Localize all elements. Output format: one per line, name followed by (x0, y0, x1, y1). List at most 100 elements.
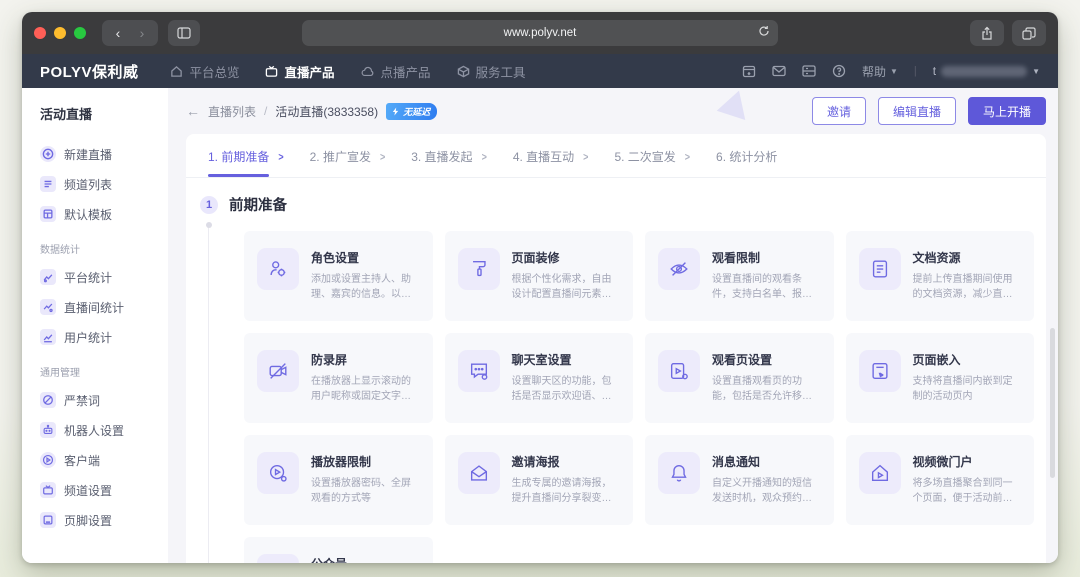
archive-icon[interactable] (742, 65, 756, 78)
card-title: 聊天室设置 (512, 351, 621, 368)
polyv-logo[interactable]: POLYV保利威 (40, 61, 138, 82)
sidebar-item-label: 平台统计 (64, 269, 112, 286)
workflow-panel: 1. 前期准备> 2. 推广宣发> 3. 直播发起> 4. 直播互动> 5. 二… (186, 134, 1046, 563)
tab-live-launch[interactable]: 3. 直播发起> (411, 134, 487, 177)
card-desc: 设置播放器密码、全屏观看的方式等 (311, 476, 420, 506)
tab-second-promotion[interactable]: 5. 二次宣发> (614, 134, 690, 177)
card-page-decoration[interactable]: 页面装修根据个性化需求，自由设计配置直播间元素。支持自... (445, 231, 634, 321)
sidebar-item-label: 频道设置 (64, 482, 112, 499)
account-menu[interactable]: t ▼ (933, 64, 1040, 78)
sidebar-item-new-live[interactable]: 新建直播 (40, 139, 158, 169)
player-restriction-icon (257, 452, 299, 494)
tab-live-interaction[interactable]: 4. 直播互动> (513, 134, 589, 177)
sidebar-group-general-management: 通用管理 (40, 364, 158, 379)
address-bar[interactable]: www.polyv.net (302, 20, 779, 46)
channel-list-icon (40, 176, 56, 192)
help-label: 帮助 (862, 63, 886, 80)
start-live-button[interactable]: 马上开播 (968, 97, 1046, 125)
close-window-button[interactable] (34, 27, 46, 39)
sidebar-item-default-template[interactable]: 默认模板 (40, 199, 158, 229)
card-player-restriction[interactable]: 播放器限制设置播放器密码、全屏观看的方式等 (244, 435, 433, 525)
sidebar-item-client[interactable]: 客户端 (40, 445, 158, 475)
invite-button[interactable]: 邀请 (812, 97, 866, 125)
breadcrumb-live-list[interactable]: 直播列表 (208, 103, 256, 120)
history-nav-group: ‹ › (102, 20, 158, 46)
mail-icon[interactable] (772, 65, 786, 77)
desktop-background: ‹ › www.polyv.net (0, 0, 1080, 577)
main-scrollbar[interactable] (1050, 328, 1055, 478)
zoom-window-button[interactable] (74, 27, 86, 39)
sidebar-item-room-stats[interactable]: 直播间统计 (40, 292, 158, 322)
sidebar-item-robot-settings[interactable]: 机器人设置 (40, 415, 158, 445)
lightning-icon (391, 107, 400, 116)
tab-promotion[interactable]: 2. 推广宣发> (310, 134, 386, 177)
card-title: 观看页设置 (712, 351, 821, 368)
traffic-lights (34, 27, 86, 39)
nav-item-service-tools[interactable]: 服务工具 (457, 62, 526, 81)
sidebar-item-label: 机器人设置 (64, 422, 124, 439)
nav-item-vod-products[interactable]: 点播产品 (361, 62, 431, 81)
toolbar: ← 直播列表 / 活动直播(3833358) 无延迟 邀请 编辑直播 马上开播 (186, 88, 1046, 134)
sidebar-item-banned-words[interactable]: 严禁词 (40, 385, 158, 415)
console-icon[interactable] (802, 65, 816, 77)
browser-back-button[interactable]: ‹ (106, 25, 130, 41)
section-title: 前期准备 (229, 194, 287, 215)
card-video-portal[interactable]: 视频微门户将多场直播聚合到同一个页面，便于活动前期的宣发... (846, 435, 1035, 525)
card-watch-page-settings[interactable]: 观看页设置设置直播观看页的功能，包括是否允许移动端观看等 (645, 333, 834, 423)
card-message-notification[interactable]: 消息通知自定义开播通知的短信发送时机，观众预约直播后，... (645, 435, 834, 525)
live-tv-icon (265, 65, 278, 78)
reload-icon[interactable] (758, 25, 770, 37)
tab-preparation[interactable]: 1. 前期准备> (208, 134, 284, 177)
card-chatroom-settings[interactable]: 聊天室设置设置聊天区的功能，包括是否显示欢迎语、是否支持... (445, 333, 634, 423)
card-desc: 生成专属的邀请海报，提升直播间分享裂变的效果 (512, 476, 621, 506)
chrome-actions (970, 20, 1046, 46)
main-content: ← 直播列表 / 活动直播(3833358) 无延迟 邀请 编辑直播 马上开播 (168, 88, 1058, 563)
card-document-resource[interactable]: 文档资源提前上传直播期间使用的文档资源，减少直播中的失... (846, 231, 1035, 321)
sidebar-item-platform-stats[interactable]: 平台统计 (40, 262, 158, 292)
sidebar-item-channel-settings[interactable]: 频道设置 (40, 475, 158, 505)
footer-settings-icon (40, 512, 56, 528)
sidebar-item-footer-settings[interactable]: 页脚设置 (40, 505, 158, 535)
feature-card-grid: 角色设置添加或设置主持人、助理、嘉宾的信息。以及新增助... 页面装修根据个性化… (244, 231, 1034, 563)
sidebar-title: 活动直播 (40, 104, 158, 123)
plus-circle-icon (40, 146, 56, 162)
sidebar-item-user-stats[interactable]: 用户统计 (40, 322, 158, 352)
divider: | (914, 65, 917, 77)
role-settings-icon (257, 248, 299, 290)
sidebar-toggle-icon (177, 27, 191, 39)
tab-overview-button[interactable] (1012, 20, 1046, 46)
robot-icon (40, 422, 56, 438)
username-prefix: t (933, 64, 936, 78)
help-circle-icon[interactable] (832, 64, 846, 78)
nav-item-platform-overview[interactable]: 平台总览 (170, 62, 239, 81)
sidebar-item-label: 频道列表 (64, 176, 112, 193)
card-invite-poster[interactable]: 邀请海报生成专属的邀请海报，提升直播间分享裂变的效果 (445, 435, 634, 525)
watch-restriction-icon (658, 248, 700, 290)
edit-live-button[interactable]: 编辑直播 (878, 97, 956, 125)
sidebar-item-channel-list[interactable]: 频道列表 (40, 169, 158, 199)
timeline-dot (206, 222, 212, 228)
back-arrow-icon[interactable]: ← (186, 103, 200, 119)
card-title: 消息通知 (712, 453, 821, 470)
sidebar-item-label: 用户统计 (64, 329, 112, 346)
card-watch-restriction[interactable]: 观看限制设置直播间的观看条件，支持白名单、报名观看、验... (645, 231, 834, 321)
template-icon (40, 206, 56, 222)
card-desc: 添加或设置主持人、助理、嘉宾的信息。以及新增助... (311, 272, 420, 302)
nav-label: 直播产品 (284, 62, 334, 81)
help-menu[interactable]: 帮助▼ (862, 63, 898, 80)
share-button[interactable] (970, 20, 1004, 46)
card-title: 文档资源 (913, 249, 1022, 266)
card-desc: 根据个性化需求，自由设计配置直播间元素。支持自... (512, 272, 621, 302)
breadcrumb-current: 活动直播(3833358) (275, 103, 378, 120)
username-redacted (941, 66, 1027, 77)
nav-item-live-products[interactable]: 直播产品 (265, 62, 334, 81)
tab-statistics[interactable]: 6. 统计分析 (716, 134, 777, 177)
card-page-embed[interactable]: 页面嵌入支持将直播间内嵌到定制的活动页内 (846, 333, 1035, 423)
card-role-settings[interactable]: 角色设置添加或设置主持人、助理、嘉宾的信息。以及新增助... (244, 231, 433, 321)
sidebar-toggle-button[interactable] (168, 20, 200, 46)
browser-forward-button[interactable]: › (130, 25, 154, 41)
minimize-window-button[interactable] (54, 27, 66, 39)
card-desc: 提前上传直播期间使用的文档资源，减少直播中的失... (913, 272, 1022, 302)
card-anti-record[interactable]: 防录屏在播放器上显示滚动的用户昵称或固定文字，达到防... (244, 333, 433, 423)
card-wechat-official[interactable]: 公众号适用于直播间引流至公众号或客服，沉淀用户至私域... (244, 537, 433, 563)
